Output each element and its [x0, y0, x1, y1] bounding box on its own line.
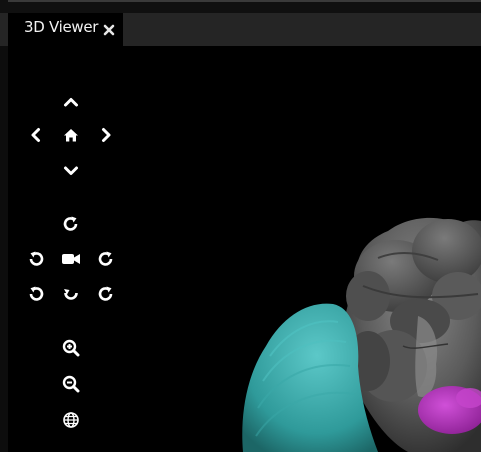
globe-icon[interactable] — [60, 409, 82, 431]
3d-viewport[interactable] — [8, 46, 481, 452]
zoom-out-icon[interactable] — [60, 373, 82, 395]
pan-right-icon[interactable] — [95, 124, 117, 146]
camera-icon[interactable] — [60, 248, 82, 270]
rotate-cw-icon[interactable] — [95, 283, 117, 305]
close-icon[interactable] — [102, 22, 116, 36]
pan-down-icon[interactable] — [60, 160, 82, 182]
rotate-left-icon[interactable] — [25, 248, 47, 270]
rotate-reset-icon[interactable] — [60, 213, 82, 235]
home-icon[interactable] — [60, 124, 82, 146]
top-strip — [0, 0, 481, 13]
pan-up-icon[interactable] — [60, 91, 82, 113]
tab-title: 3D Viewer — [24, 18, 99, 36]
zoom-in-icon[interactable] — [60, 337, 82, 359]
viewer-app: 3D Viewer — [0, 0, 481, 452]
rotate-axis-icon[interactable] — [60, 283, 82, 305]
tab-3d-viewer[interactable]: 3D Viewer — [8, 13, 123, 46]
pan-left-icon[interactable] — [25, 124, 47, 146]
rotate-ccw-icon[interactable] — [25, 283, 47, 305]
top-divider — [8, 0, 481, 2]
rotate-right-icon[interactable] — [95, 248, 117, 270]
tab-bar: 3D Viewer — [0, 13, 481, 46]
